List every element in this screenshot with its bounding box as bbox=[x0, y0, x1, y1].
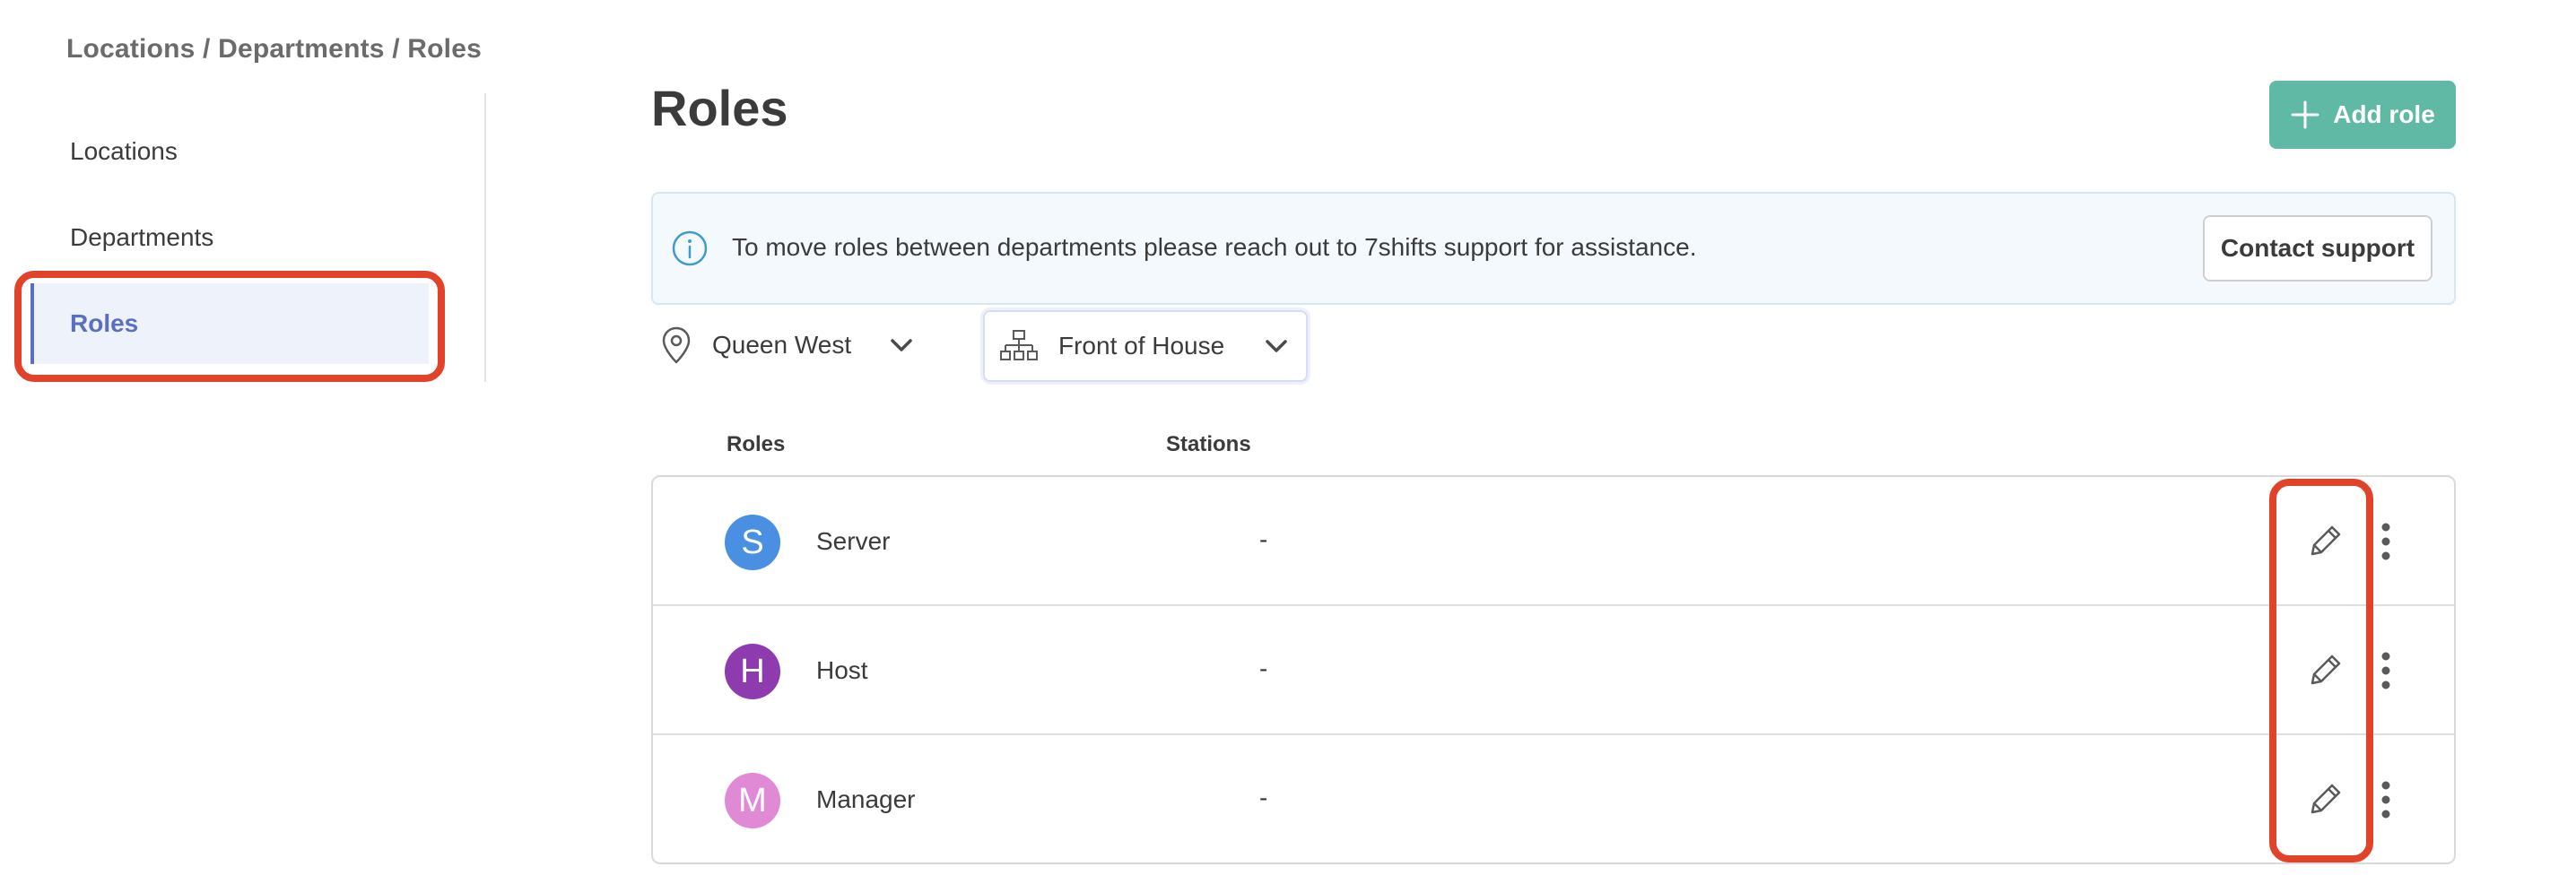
table-row: S Server - bbox=[653, 477, 2454, 606]
info-icon bbox=[672, 230, 708, 266]
plus-icon bbox=[2291, 100, 2319, 129]
more-vertical-icon bbox=[2381, 652, 2390, 689]
contact-support-button[interactable]: Contact support bbox=[2203, 215, 2432, 282]
roles-highlight-box bbox=[14, 271, 445, 382]
edit-buttons-highlight-box bbox=[2269, 479, 2373, 862]
more-options-button[interactable] bbox=[2373, 775, 2398, 825]
department-filter-value: Front of House bbox=[1058, 332, 1225, 360]
info-banner-text: To move roles between departments please… bbox=[732, 233, 1697, 261]
column-header-roles: Roles bbox=[727, 432, 786, 456]
page-title: Roles bbox=[651, 80, 788, 136]
more-vertical-icon bbox=[2381, 523, 2390, 560]
map-pin-icon bbox=[662, 326, 691, 364]
role-stations: - bbox=[1259, 654, 1268, 682]
avatar: S bbox=[725, 515, 780, 570]
org-chart-icon bbox=[1000, 330, 1038, 360]
table-row: M Manager - bbox=[653, 735, 2454, 862]
sidebar-item-locations[interactable]: Locations bbox=[30, 111, 429, 192]
breadcrumb: Locations / Departments / Roles bbox=[66, 34, 482, 64]
more-vertical-icon bbox=[2381, 781, 2390, 819]
role-stations: - bbox=[1259, 525, 1268, 553]
avatar: H bbox=[725, 644, 780, 699]
role-stations: - bbox=[1259, 784, 1268, 811]
role-name: Server bbox=[816, 527, 891, 555]
column-header-stations: Stations bbox=[1166, 432, 1251, 456]
sidebar-divider bbox=[484, 93, 486, 382]
chevron-down-icon bbox=[1266, 340, 1287, 352]
sidebar-item-departments[interactable]: Departments bbox=[30, 197, 429, 278]
chevron-down-icon bbox=[891, 339, 912, 351]
add-role-button[interactable]: Add role bbox=[2269, 81, 2456, 149]
department-filter[interactable]: Front of House bbox=[983, 310, 1308, 382]
location-filter-value: Queen West bbox=[712, 331, 852, 359]
more-options-button[interactable] bbox=[2373, 516, 2398, 567]
sidebar-item-label: Locations bbox=[70, 137, 178, 165]
roles-table: S Server - H Host - M Manager - bbox=[651, 475, 2456, 864]
avatar: M bbox=[725, 773, 780, 828]
location-filter[interactable]: Queen West bbox=[660, 317, 935, 373]
more-options-button[interactable] bbox=[2373, 646, 2398, 696]
table-row: H Host - bbox=[653, 606, 2454, 735]
role-name: Manager bbox=[816, 785, 916, 813]
sidebar-item-label: Departments bbox=[70, 223, 214, 251]
add-role-label: Add role bbox=[2333, 100, 2435, 128]
role-name: Host bbox=[816, 656, 868, 684]
